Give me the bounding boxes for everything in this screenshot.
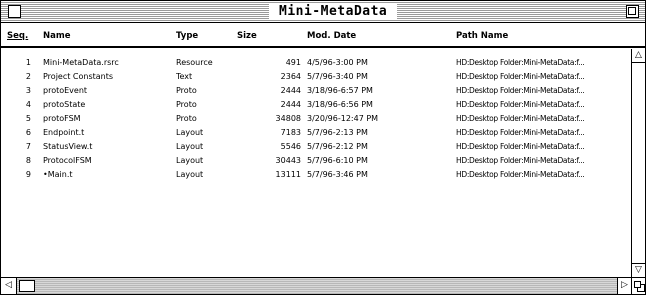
type-cell: Proto [176,100,197,109]
vertical-scrollbar[interactable]: △ ▽ [631,49,645,277]
size-cell: 2364 [280,72,301,81]
seq-cell: 7 [25,142,31,151]
date-cell: 3/20/96-12:47 PM [307,114,379,123]
type-cell: Layout [176,128,204,137]
scroll-left-icon[interactable]: ◁ [1,278,17,294]
table-row[interactable]: 9 •Main.t Layout 13111 5/7/96-3:46 PM HD… [1,169,631,180]
table-row[interactable]: 2 Project Constants Text 2364 5/7/96-3:4… [1,71,631,82]
table-row[interactable]: 4 protoState Proto 2444 3/18/96-6:56 PM … [1,99,631,110]
name-cell: Mini-MetaData.rsrc [43,58,119,67]
name-cell: •Main.t [43,170,73,179]
scroll-down-icon[interactable]: ▽ [632,263,645,277]
type-cell: Proto [176,86,197,95]
path-cell: HD:Desktop Folder:Mini-MetaData:f... [456,156,585,165]
name-cell: Endpoint.t [43,128,85,137]
name-cell: StatusView.t [43,142,93,151]
seq-cell: 2 [25,72,31,81]
path-cell: HD:Desktop Folder:Mini-MetaData:f... [456,114,585,123]
size-cell: 2444 [280,86,301,95]
path-cell: HD:Desktop Folder:Mini-MetaData:f... [456,58,585,67]
path-cell: HD:Desktop Folder:Mini-MetaData:f... [456,86,585,95]
type-cell: Layout [176,170,204,179]
title-bar[interactable]: Mini-MetaData [1,1,645,23]
table-row[interactable]: 8 ProtocolFSM Layout 30443 5/7/96-6:10 P… [1,155,631,166]
name-cell: protoState [43,100,86,109]
column-header-seq[interactable]: Seq. [7,31,28,42]
size-cell: 13111 [275,170,301,179]
type-cell: Text [176,72,193,81]
type-cell: Layout [176,156,204,165]
column-header-type[interactable]: Type [176,31,198,42]
date-cell: 5/7/96-6:10 PM [307,156,368,165]
project-window: Mini-MetaData Seq. Name Type Size Mod. D… [0,0,646,295]
date-cell: 5/7/96-2:13 PM [307,128,368,137]
seq-cell: 6 [25,128,31,137]
table-row[interactable]: 5 protoFSM Proto 34808 3/20/96-12:47 PM … [1,113,631,124]
path-cell: HD:Desktop Folder:Mini-MetaData:f... [456,170,585,179]
scroll-right-icon[interactable]: ▷ [617,278,631,294]
path-cell: HD:Desktop Folder:Mini-MetaData:f... [456,72,585,81]
close-box-icon[interactable] [8,5,21,18]
grow-box-icon[interactable] [631,277,645,294]
size-cell: 34808 [275,114,301,123]
size-cell: 5546 [280,142,301,151]
size-cell: 491 [285,58,301,67]
date-cell: 5/7/96-2:12 PM [307,142,368,151]
table-row[interactable]: 7 StatusView.t Layout 5546 5/7/96-2:12 P… [1,141,631,152]
file-list: 1 Mini-MetaData.rsrc Resource 491 4/5/96… [1,50,631,278]
seq-cell: 4 [25,100,31,109]
seq-cell: 1 [25,58,31,67]
type-cell: Proto [176,114,197,123]
table-row[interactable]: 3 protoEvent Proto 2444 3/18/96-6:57 PM … [1,85,631,96]
table-row[interactable]: 1 Mini-MetaData.rsrc Resource 491 4/5/96… [1,57,631,68]
column-header-mod-date[interactable]: Mod. Date [307,31,356,42]
date-cell: 5/7/96-3:46 PM [307,170,368,179]
scroll-thumb[interactable] [19,280,35,292]
column-header-size[interactable]: Size [237,31,257,42]
scroll-up-icon[interactable]: △ [632,49,645,63]
name-cell: protoEvent [43,86,88,95]
name-cell: Project Constants [43,72,114,81]
horizontal-scrollbar[interactable]: ◁ ▷ [1,277,631,294]
size-cell: 30443 [275,156,301,165]
type-cell: Resource [176,58,213,67]
column-header: Seq. Name Type Size Mod. Date Path Name [1,24,645,48]
name-cell: protoFSM [43,114,81,123]
seq-cell: 5 [25,114,31,123]
path-cell: HD:Desktop Folder:Mini-MetaData:f... [456,142,585,151]
date-cell: 3/18/96-6:57 PM [307,86,373,95]
path-cell: HD:Desktop Folder:Mini-MetaData:f... [456,128,585,137]
date-cell: 3/18/96-6:56 PM [307,100,373,109]
seq-cell: 9 [25,170,31,179]
column-header-name[interactable]: Name [43,31,70,42]
table-row[interactable]: 6 Endpoint.t Layout 7183 5/7/96-2:13 PM … [1,127,631,138]
date-cell: 5/7/96-3:40 PM [307,72,368,81]
column-header-path-name[interactable]: Path Name [456,31,508,42]
date-cell: 4/5/96-3:00 PM [307,58,368,67]
size-cell: 2444 [280,100,301,109]
name-cell: ProtocolFSM [43,156,92,165]
seq-cell: 3 [25,86,31,95]
path-cell: HD:Desktop Folder:Mini-MetaData:f... [456,100,585,109]
seq-cell: 8 [25,156,31,165]
type-cell: Layout [176,142,204,151]
size-cell: 7183 [280,128,301,137]
window-title: Mini-MetaData [269,4,398,20]
zoom-box-icon[interactable] [626,5,639,18]
